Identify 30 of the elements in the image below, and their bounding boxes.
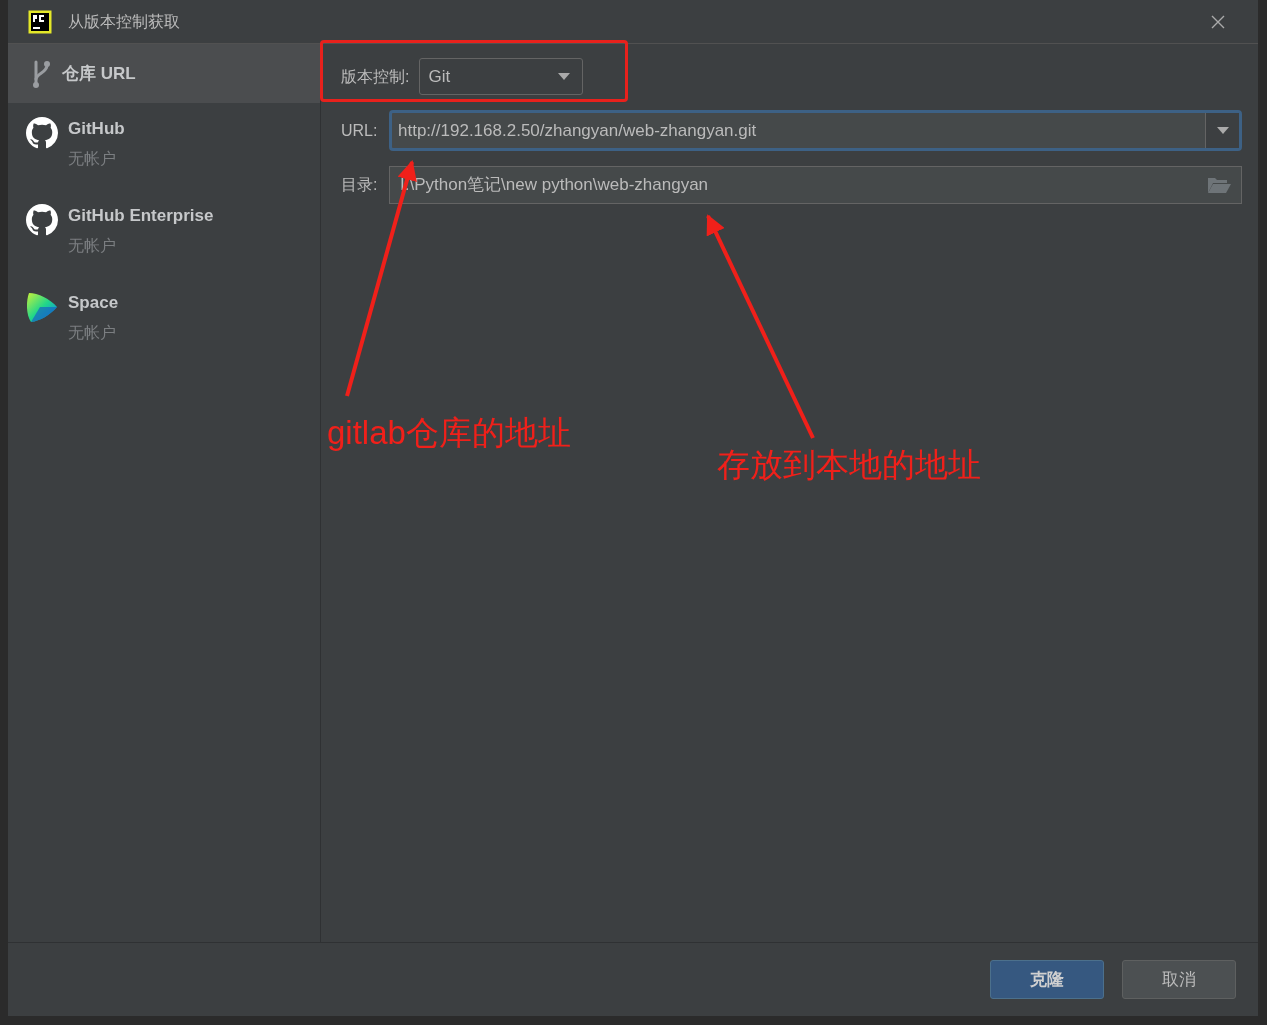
app-logo-icon	[28, 9, 52, 34]
account-status: 无帐户	[68, 149, 117, 169]
item-label: 仓库 URL	[62, 62, 136, 85]
cancel-button[interactable]: 取消	[1122, 960, 1236, 999]
window-title: 从版本控制获取	[68, 11, 180, 32]
vcs-dropdown[interactable]: Git	[419, 58, 584, 95]
annotation-text: gitlab仓库的地址	[327, 413, 571, 453]
url-combo-field[interactable]: http://192.168.2.50/zhangyan/web-zhangyan.git	[389, 110, 1242, 151]
branch-icon	[30, 58, 52, 89]
sidebar-item[interactable]: Space 无帐户	[8, 277, 320, 364]
item-label: GitHub Enterprise	[68, 205, 214, 227]
field-label: 版本控制:	[341, 66, 410, 87]
sidebar-item[interactable]: GitHub Enterprise 无帐户	[8, 190, 320, 277]
github-icon	[26, 204, 58, 236]
field-label: 目录:	[341, 175, 379, 195]
account-status: 无帐户	[68, 323, 117, 343]
item-label: GitHub	[68, 118, 125, 140]
annotation-text: 存放到本地的地址	[717, 445, 981, 485]
space-logo-icon	[26, 291, 58, 323]
url-input[interactable]: http://192.168.2.50/zhangyan/web-zhangyan.git	[392, 113, 1205, 148]
sidebar-item[interactable]: GitHub 无帐户	[8, 103, 320, 190]
dropdown-button[interactable]	[1205, 113, 1239, 148]
sidebar-item[interactable]: 仓库 URL	[8, 44, 320, 103]
dropdown-arrow-icon	[558, 73, 571, 80]
account-status: 无帐户	[68, 236, 117, 256]
item-label: Space	[68, 292, 119, 314]
field-label: URL:	[341, 120, 379, 141]
dropdown-arrow-icon	[1216, 127, 1229, 134]
clone-button[interactable]: 克隆	[990, 960, 1104, 999]
github-icon	[26, 117, 58, 149]
